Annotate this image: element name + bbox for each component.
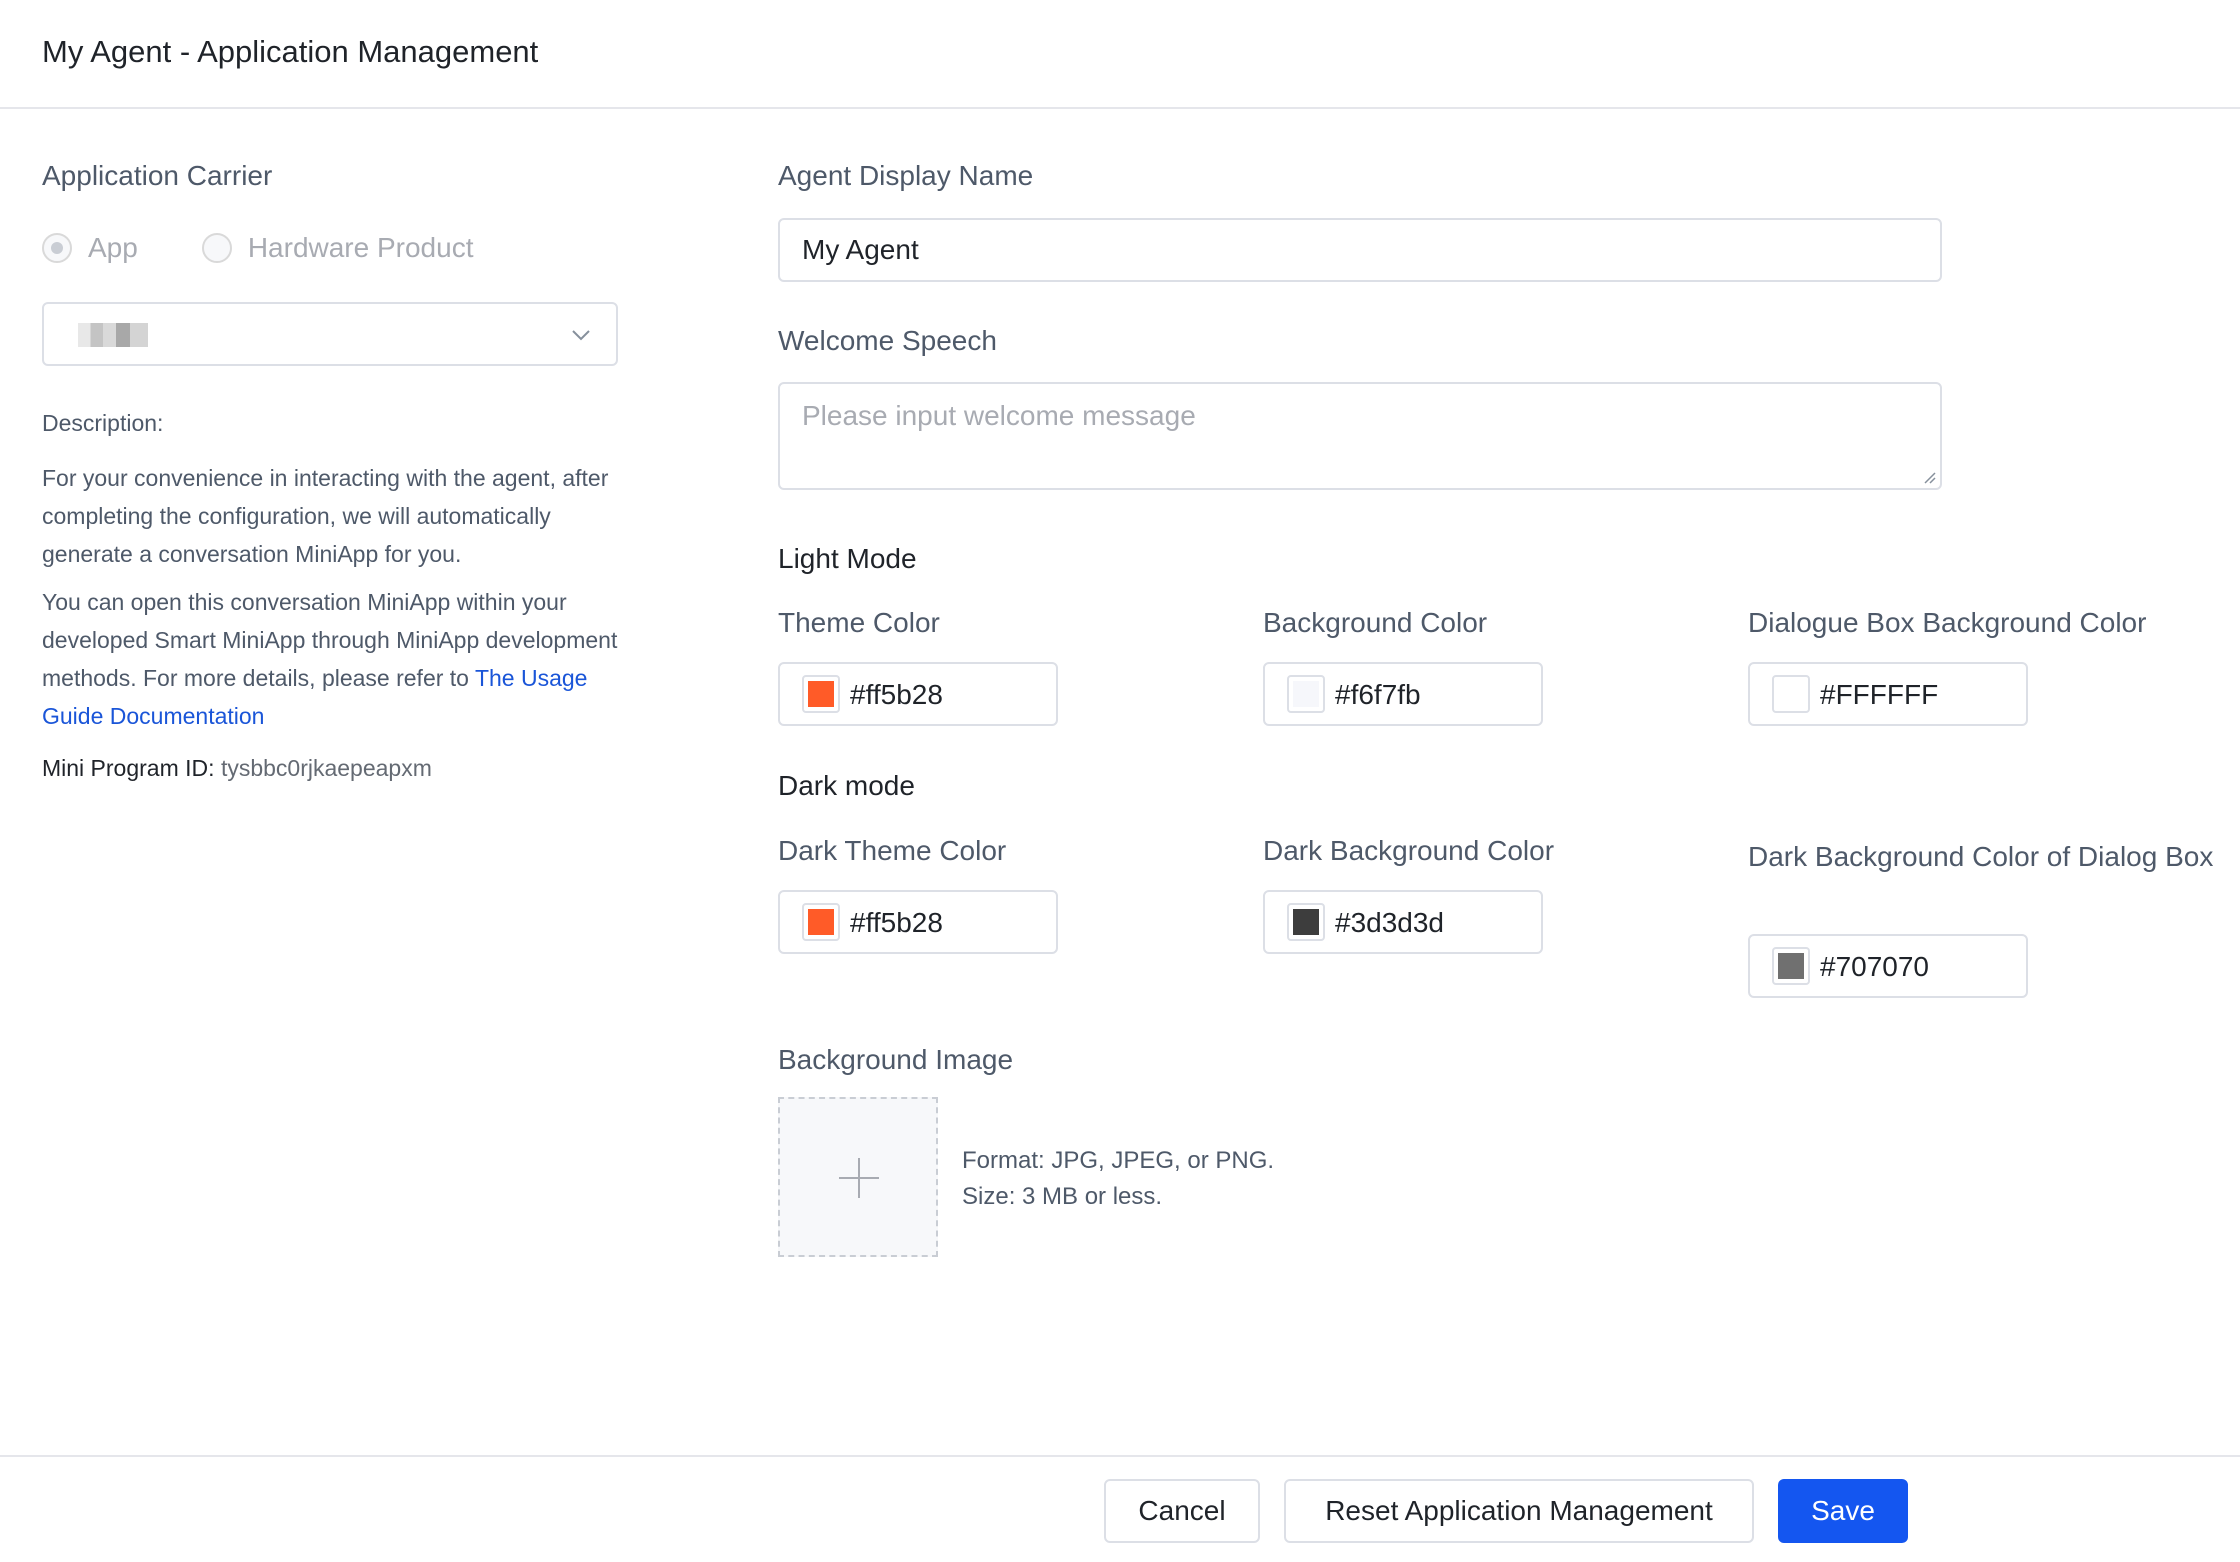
- dark-background-color-swatch[interactable]: [1287, 903, 1325, 941]
- upload-hint: Format: JPG, JPEG, or PNG. Size: 3 MB or…: [962, 1143, 1274, 1215]
- mini-program-id: Mini Program ID: tysbbc0rjkaepeapxm: [42, 755, 622, 782]
- resize-grip-icon[interactable]: [1920, 468, 1936, 484]
- carrier-panel: Application Carrier App Hardware Product…: [42, 160, 622, 782]
- footer: Cancel Reset Application Management Save: [0, 1455, 2240, 1562]
- dark-theme-color-swatch[interactable]: [802, 903, 840, 941]
- background-color-value: #f6f7fb: [1335, 679, 1421, 710]
- carrier-label: Application Carrier: [42, 160, 273, 191]
- dialogue-bg-color-value: #FFFFFF: [1820, 679, 1939, 710]
- welcome-speech-placeholder: Please input welcome message: [802, 400, 1196, 431]
- reset-application-management-button[interactable]: Reset Application Management: [1284, 1479, 1754, 1543]
- radio-hardware-control[interactable]: [201, 233, 232, 263]
- background-color-swatch[interactable]: [1287, 675, 1325, 713]
- display-name-input[interactable]: My Agent: [778, 218, 1942, 282]
- radio-app[interactable]: App: [42, 232, 138, 264]
- dialogue-bg-color-swatch[interactable]: [1772, 675, 1810, 713]
- radio-app-label: App: [88, 232, 138, 263]
- page-title: My Agent - Application Management: [42, 34, 539, 69]
- description-label: Description:: [42, 410, 164, 436]
- mini-program-id-label: Mini Program ID:: [42, 755, 215, 781]
- carrier-radio-group: App Hardware Product: [42, 230, 622, 266]
- background-color-label: Background Color: [1263, 607, 1488, 638]
- theme-color-value: #ff5b28: [850, 679, 943, 710]
- app-select-redacted-value: [78, 323, 148, 347]
- app-management-page: My Agent - Application Management Applic…: [0, 0, 2240, 1562]
- dark-background-color-value: #3d3d3d: [1335, 907, 1445, 938]
- dialogue-bg-color-label: Dialogue Box Background Color: [1748, 607, 2147, 638]
- dark-theme-color-label: Dark Theme Color: [778, 835, 1007, 866]
- dark-background-color-picker[interactable]: #3d3d3d: [1263, 890, 1543, 954]
- description-text: For your convenience in interacting with…: [42, 465, 609, 567]
- header: My Agent - Application Management: [0, 0, 2240, 109]
- upload-size-hint: Size: 3 MB or less.: [962, 1183, 1163, 1210]
- upload-format-hint: Format: JPG, JPEG, or PNG.: [962, 1147, 1275, 1174]
- background-color-picker[interactable]: #f6f7fb: [1263, 662, 1543, 726]
- dark-theme-color-value: #ff5b28: [850, 907, 943, 938]
- dark-dialog-bg-color-swatch[interactable]: [1772, 947, 1810, 985]
- description-guide-text: You can open this conversation MiniApp w…: [42, 583, 632, 735]
- app-select[interactable]: [42, 302, 618, 366]
- dark-dialog-bg-color-picker[interactable]: #707070: [1748, 934, 2028, 998]
- dark-mode-label: Dark mode: [778, 770, 915, 801]
- dark-dialog-bg-color-label: Dark Background Color of Dialog Box: [1748, 841, 2214, 872]
- background-image-upload[interactable]: [778, 1097, 938, 1257]
- radio-hardware-product[interactable]: Hardware Product: [201, 232, 474, 264]
- dark-dialog-bg-color-value: #707070: [1820, 951, 1930, 982]
- radio-hardware-label: Hardware Product: [247, 232, 474, 263]
- dialogue-bg-color-picker[interactable]: #FFFFFF: [1748, 662, 2028, 726]
- theme-color-swatch[interactable]: [802, 675, 840, 713]
- save-button[interactable]: Save: [1778, 1479, 1908, 1543]
- chevron-down-icon: [572, 330, 590, 341]
- background-image-label: Background Image: [778, 1044, 1014, 1075]
- welcome-speech-textarea[interactable]: Please input welcome message: [778, 382, 1942, 490]
- plus-icon: [839, 1158, 879, 1198]
- dark-theme-color-picker[interactable]: #ff5b28: [778, 890, 1058, 954]
- light-mode-label: Light Mode: [778, 543, 917, 574]
- theme-color-label: Theme Color: [778, 607, 940, 638]
- dark-background-color-label: Dark Background Color: [1263, 835, 1555, 866]
- theme-color-picker[interactable]: #ff5b28: [778, 662, 1058, 726]
- display-name-label: Agent Display Name: [778, 160, 1034, 191]
- radio-app-control[interactable]: [42, 233, 72, 263]
- mini-program-id-value: tysbbc0rjkaepeapxm: [220, 755, 432, 781]
- welcome-speech-label: Welcome Speech: [778, 325, 997, 356]
- cancel-button[interactable]: Cancel: [1104, 1479, 1260, 1543]
